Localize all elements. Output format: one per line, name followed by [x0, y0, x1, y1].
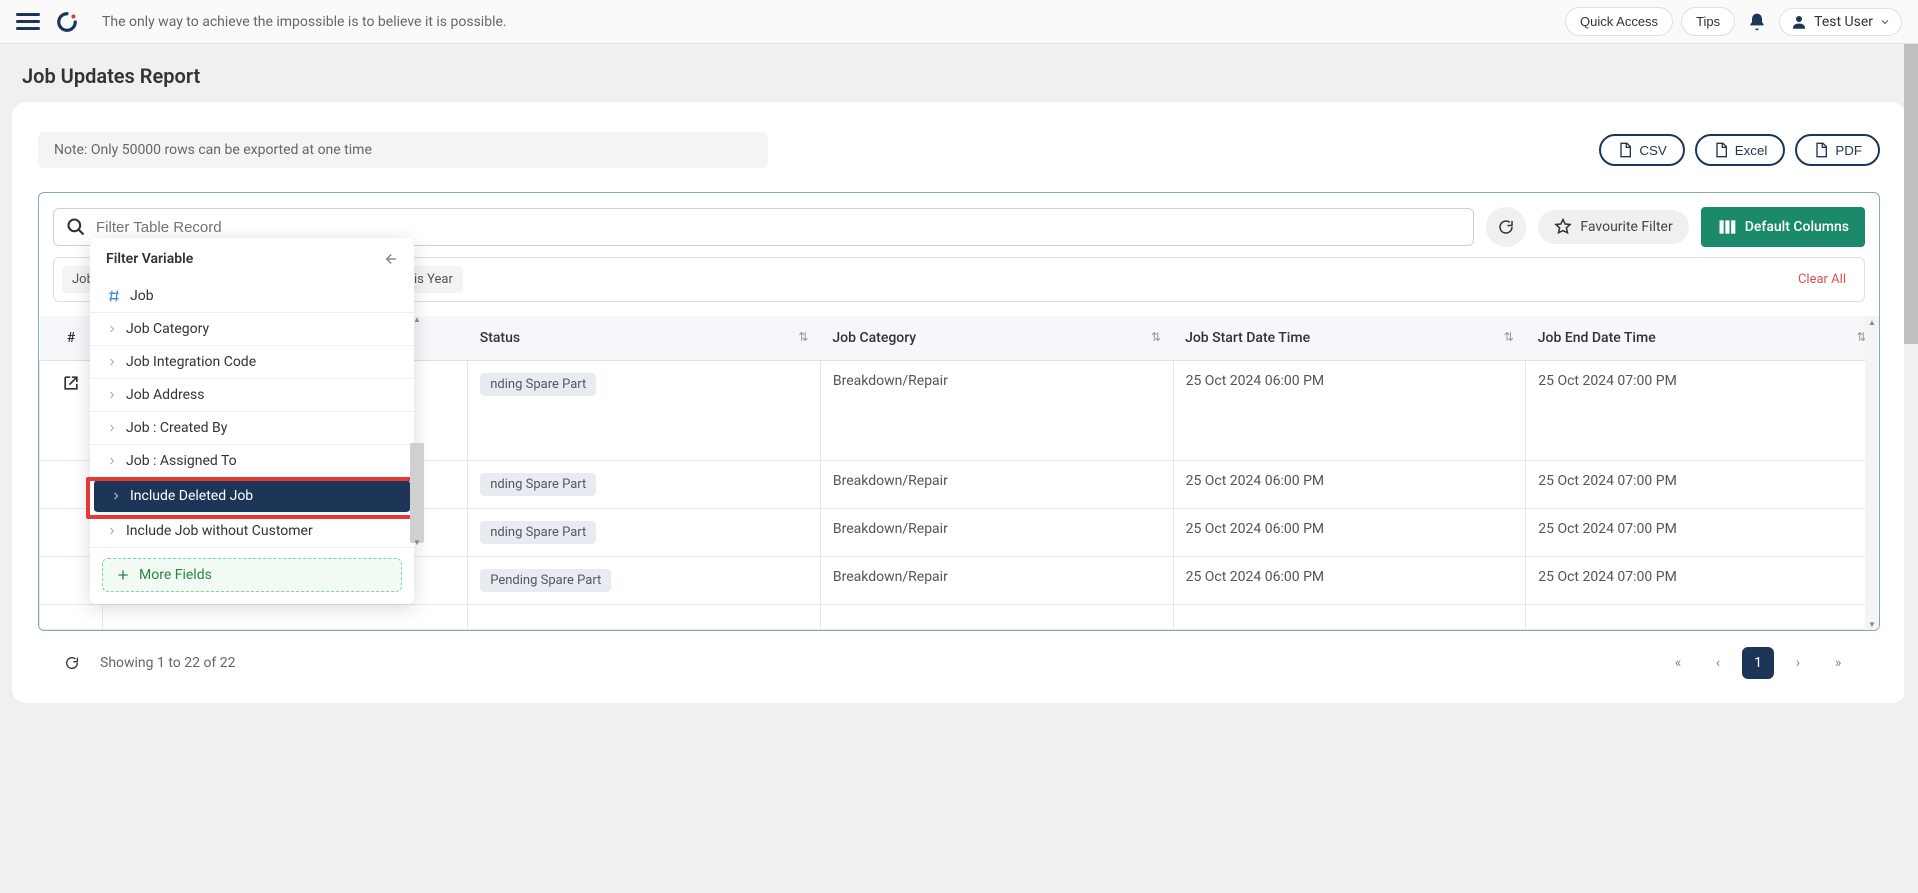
filter-option-include-deleted-job[interactable]: Include Deleted Job	[94, 480, 410, 513]
window-vertical-scrollbar[interactable]	[1904, 44, 1918, 893]
column-header-status[interactable]: Status⇅	[468, 316, 821, 361]
filter-option-include-job-without-customer[interactable]: Include Job without Customer	[90, 515, 414, 548]
chevron-right-icon	[106, 525, 118, 537]
chevron-right-icon	[106, 455, 118, 467]
export-note: Note: Only 50000 rows can be exported at…	[38, 132, 768, 168]
star-icon	[1554, 218, 1572, 236]
refresh-icon[interactable]	[64, 655, 80, 671]
chevron-right-icon	[106, 389, 118, 401]
filter-variable-dropdown: Filter Variable Job ▲ Job Category	[90, 238, 414, 604]
filter-option-job-address[interactable]: Job Address	[90, 379, 414, 412]
sort-icon[interactable]: ⇅	[1151, 330, 1161, 344]
open-external-icon[interactable]	[61, 373, 81, 393]
status-badge: Pending Spare Part	[480, 569, 611, 592]
next-page-button[interactable]: ›	[1782, 647, 1814, 679]
bell-icon[interactable]	[1747, 12, 1767, 32]
export-pdf-button[interactable]: PDF	[1795, 134, 1880, 166]
user-icon	[1790, 13, 1808, 31]
clear-all-link[interactable]: Clear All	[1798, 272, 1856, 287]
refresh-button[interactable]	[1486, 207, 1526, 247]
filter-option-job-integration-code[interactable]: Job Integration Code	[90, 346, 414, 379]
cell-start: 25 Oct 2024 06:00 PM	[1173, 361, 1526, 461]
more-fields-button[interactable]: More Fields	[102, 558, 402, 592]
dropdown-header: Filter Variable	[90, 238, 414, 280]
chevron-right-icon	[110, 490, 122, 502]
tagline-text: The only way to achieve the impossible i…	[102, 14, 507, 30]
column-header-job-start[interactable]: Job Start Date Time⇅	[1173, 316, 1526, 361]
cell-category: Breakdown/Repair	[820, 461, 1173, 509]
report-card: Note: Only 50000 rows can be exported at…	[12, 102, 1906, 703]
cell-start: 25 Oct 2024 06:00 PM	[1173, 509, 1526, 557]
back-arrow-icon[interactable]	[380, 250, 398, 268]
status-badge: nding Spare Part	[480, 521, 596, 544]
last-page-button[interactable]: »	[1822, 647, 1854, 679]
cell-end: 25 Oct 2024 07:00 PM	[1526, 509, 1879, 557]
menu-button[interactable]	[16, 10, 40, 34]
column-header-job-end[interactable]: Job End Date Time⇅	[1526, 316, 1879, 361]
current-page[interactable]: 1	[1742, 647, 1774, 679]
cell-category: Breakdown/Repair	[820, 557, 1173, 605]
search-icon	[66, 217, 86, 237]
table-row[interactable]	[40, 605, 1879, 630]
search-input[interactable]	[96, 219, 1461, 236]
cell-category: Breakdown/Repair	[820, 509, 1173, 557]
chevron-down-icon	[1879, 16, 1891, 28]
filter-bar: Job is Year Clear All Filter Variable Jo…	[53, 257, 1865, 302]
note-row: Note: Only 50000 rows can be exported at…	[38, 132, 1880, 168]
cell-end: 25 Oct 2024 07:00 PM	[1526, 461, 1879, 509]
user-menu[interactable]: Test User	[1779, 8, 1902, 36]
sort-icon[interactable]: ⇅	[798, 330, 808, 344]
chevron-right-icon	[106, 422, 118, 434]
cell-start: 25 Oct 2024 06:00 PM	[1173, 557, 1526, 605]
chevron-right-icon	[106, 323, 118, 335]
file-excel-icon	[1713, 142, 1729, 158]
app-logo-icon	[56, 11, 78, 33]
cell-start: 25 Oct 2024 06:00 PM	[1173, 461, 1526, 509]
filter-option-job-created-by[interactable]: Job : Created By	[90, 412, 414, 445]
dropdown-list: ▲ Job Category Job Integration Code Job …	[90, 313, 414, 548]
scrollbar-thumb[interactable]	[1904, 44, 1918, 344]
filter-option-job-category[interactable]: Job Category	[90, 313, 414, 346]
cell-category: Breakdown/Repair	[820, 361, 1173, 461]
table-vertical-scrollbar[interactable]: ▲ ▼	[1865, 316, 1879, 630]
scroll-up-icon[interactable]: ▲	[410, 313, 424, 325]
columns-icon	[1717, 217, 1737, 237]
favourite-filter-button[interactable]: Favourite Filter	[1538, 210, 1688, 244]
table-container: Favourite Filter Default Columns Job is …	[38, 192, 1880, 631]
tips-button[interactable]: Tips	[1681, 7, 1735, 36]
status-badge: nding Spare Part	[480, 373, 596, 396]
dropdown-scrollbar-thumb[interactable]	[410, 443, 424, 543]
chevron-right-icon	[106, 356, 118, 368]
pagination-text: Showing 1 to 22 of 22	[100, 655, 236, 671]
page-title: Job Updates Report	[0, 44, 1918, 102]
scroll-down-icon[interactable]: ▼	[410, 536, 424, 548]
export-excel-button[interactable]: Excel	[1695, 134, 1786, 166]
cell-end: 25 Oct 2024 07:00 PM	[1526, 557, 1879, 605]
top-header: The only way to achieve the impossible i…	[0, 0, 1918, 44]
cell-end: 25 Oct 2024 07:00 PM	[1526, 361, 1879, 461]
filter-option-job-assigned-to[interactable]: Job : Assigned To	[90, 445, 414, 478]
page-nav: « ‹ 1 › »	[1662, 647, 1854, 679]
sort-icon[interactable]: ⇅	[1504, 330, 1514, 344]
plus-icon	[115, 567, 131, 583]
column-header-job-category[interactable]: Job Category⇅	[820, 316, 1173, 361]
file-csv-icon	[1617, 142, 1633, 158]
quick-access-button[interactable]: Quick Access	[1565, 7, 1673, 36]
user-name: Test User	[1814, 14, 1873, 30]
status-badge: nding Spare Part	[480, 473, 596, 496]
hash-icon	[106, 288, 122, 304]
dropdown-group-job: Job	[90, 280, 414, 313]
default-columns-button[interactable]: Default Columns	[1701, 207, 1865, 247]
prev-page-button[interactable]: ‹	[1702, 647, 1734, 679]
pagination-row: Showing 1 to 22 of 22 « ‹ 1 › »	[38, 631, 1880, 683]
file-pdf-icon	[1813, 142, 1829, 158]
first-page-button[interactable]: «	[1662, 647, 1694, 679]
export-csv-button[interactable]: CSV	[1599, 134, 1684, 166]
